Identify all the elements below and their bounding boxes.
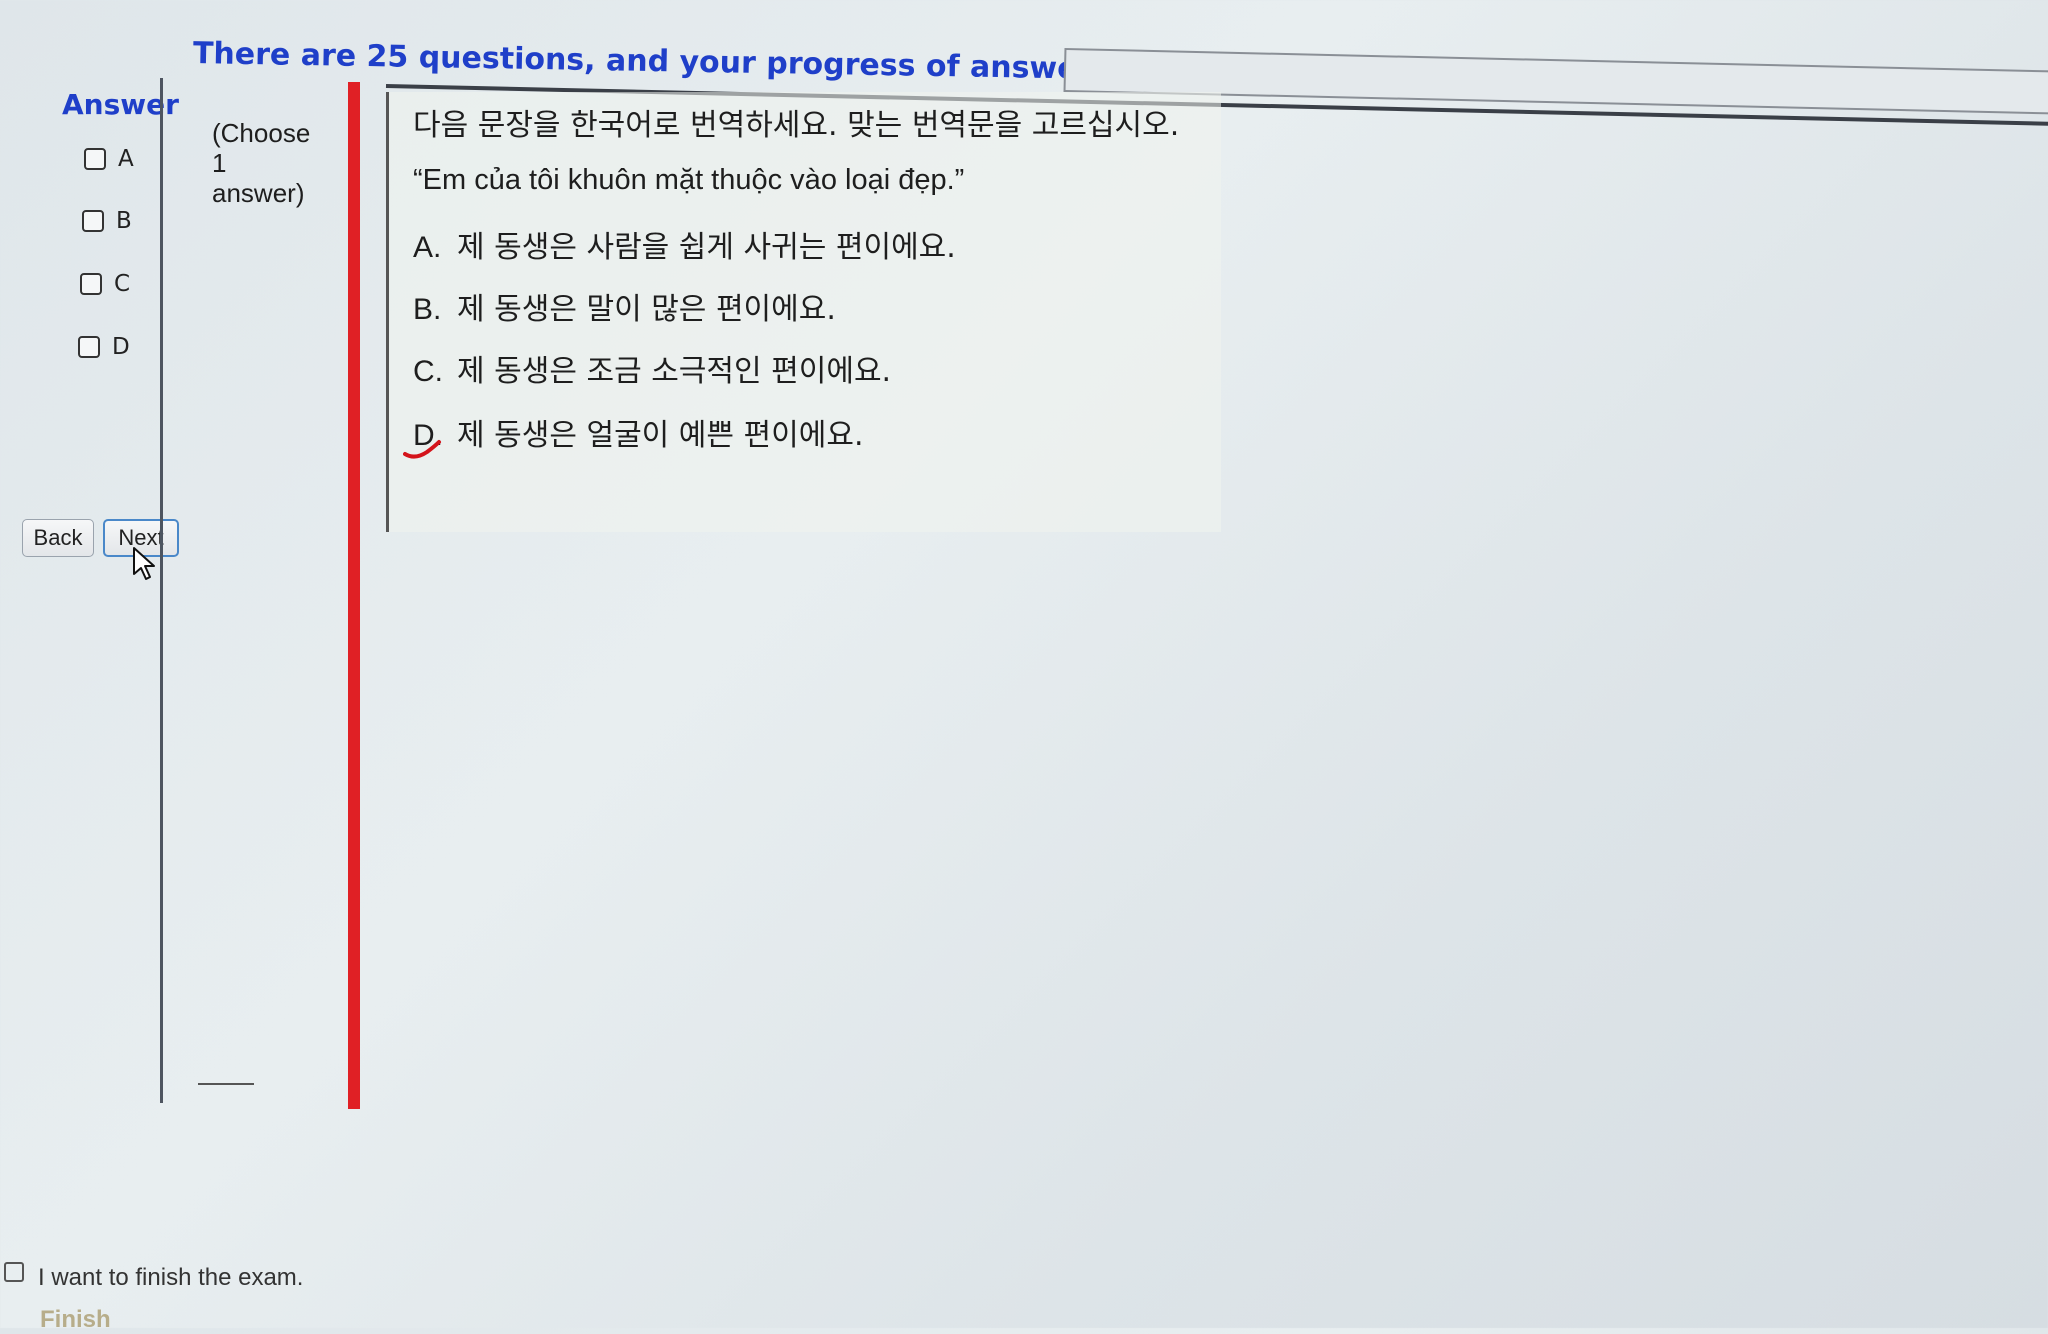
option-a-label: A <box>118 146 134 172</box>
hint-underline <box>198 1083 254 1085</box>
handwritten-check-mark <box>403 440 441 459</box>
option-c-label: C <box>114 271 131 297</box>
choose-hint-line-3: answer) <box>212 178 305 208</box>
choose-hint-line-2: 1 <box>212 148 227 178</box>
choice-a-letter: A. <box>413 231 442 264</box>
choice-a-text: 제 동생은 사람을 쉽게 사귀는 편이에요. <box>457 230 956 265</box>
choice-c-letter: C. <box>413 355 443 388</box>
choice-c: C. 제 동생은 조금 소극적인 편이에요. <box>413 346 891 390</box>
arrow-cursor-icon <box>133 547 155 580</box>
checkbox-d[interactable] <box>78 336 100 358</box>
option-b-label: B <box>116 208 132 234</box>
option-d[interactable]: D <box>78 334 130 360</box>
option-d-label: D <box>112 334 130 360</box>
choice-b-letter: B. <box>413 293 442 326</box>
progress-text: There are 25 questions, and your progres… <box>192 36 1185 89</box>
checkbox-c[interactable] <box>80 273 102 295</box>
choice-a: A. 제 동생은 사람을 쉽게 사귀는 편이에요. <box>413 222 956 266</box>
option-a[interactable]: A <box>84 146 134 172</box>
option-b[interactable]: B <box>82 208 132 234</box>
choice-b: B. 제 동생은 말이 많은 편이에요. <box>413 284 836 328</box>
red-divider <box>348 82 360 1109</box>
back-button[interactable]: Back <box>22 519 94 557</box>
choice-b-text: 제 동생은 말이 많은 편이에요. <box>457 292 836 327</box>
question-instruction: 다음 문장을 한국어로 번역하세요. 맞는 번역문을 고르십시오. <box>413 108 1180 143</box>
choice-d-text: 제 동생은 얼굴이 예쁜 편이에요. <box>457 418 864 453</box>
finish-button[interactable]: Finish <box>40 1306 111 1334</box>
finish-checkbox-label: I want to finish the exam. <box>38 1264 304 1291</box>
choice-c-text: 제 동생은 조금 소극적인 편이에요. <box>457 354 892 389</box>
finish-checkbox[interactable] <box>4 1262 24 1282</box>
checkbox-a[interactable] <box>84 148 106 170</box>
question-text: “Em của tôi khuôn mặt thuộc vào loại đẹp… <box>413 164 965 196</box>
option-c[interactable]: C <box>80 271 130 297</box>
question-panel: 다음 문장을 한국어로 번역하세요. 맞는 번역문을 고르십시오. “Em củ… <box>386 92 1221 532</box>
left-column-divider <box>160 78 163 1103</box>
choice-d: D. 제 동생은 얼굴이 예쁜 편이에요. <box>413 410 863 454</box>
checkbox-b[interactable] <box>82 210 104 232</box>
choose-hint: (Choose 1 answer) <box>212 118 322 208</box>
choose-hint-line-1: (Choose <box>212 118 311 148</box>
